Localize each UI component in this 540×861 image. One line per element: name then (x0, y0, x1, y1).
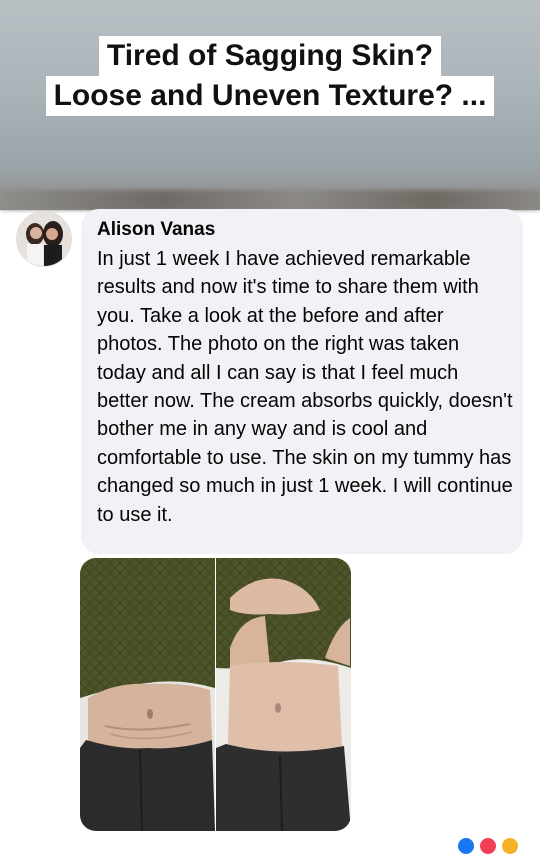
headline-line-2: Loose and Uneven Texture? ... (45, 76, 495, 116)
headline: Tired of Sagging Skin? Loose and Uneven … (0, 36, 540, 116)
love-reaction-icon (478, 836, 498, 856)
header-banner: Tired of Sagging Skin? Loose and Uneven … (0, 0, 540, 210)
comment-text: In just 1 week I have achieved remarkabl… (97, 248, 513, 526)
reaction-icons[interactable] (456, 836, 526, 856)
comment-bubble: Alison Vanas In just 1 week I have achie… (81, 209, 523, 554)
banner-blur-strip (0, 190, 540, 210)
comment-author[interactable]: Alison Vanas (97, 219, 215, 241)
before-after-image (80, 558, 351, 831)
before-after-photo[interactable] (80, 558, 351, 831)
care-reaction-icon (500, 836, 520, 856)
avatar[interactable] (16, 211, 72, 267)
headline-line-1: Tired of Sagging Skin? (98, 36, 442, 76)
like-reaction-icon (456, 836, 476, 856)
avatar-photo-icon (17, 212, 71, 266)
